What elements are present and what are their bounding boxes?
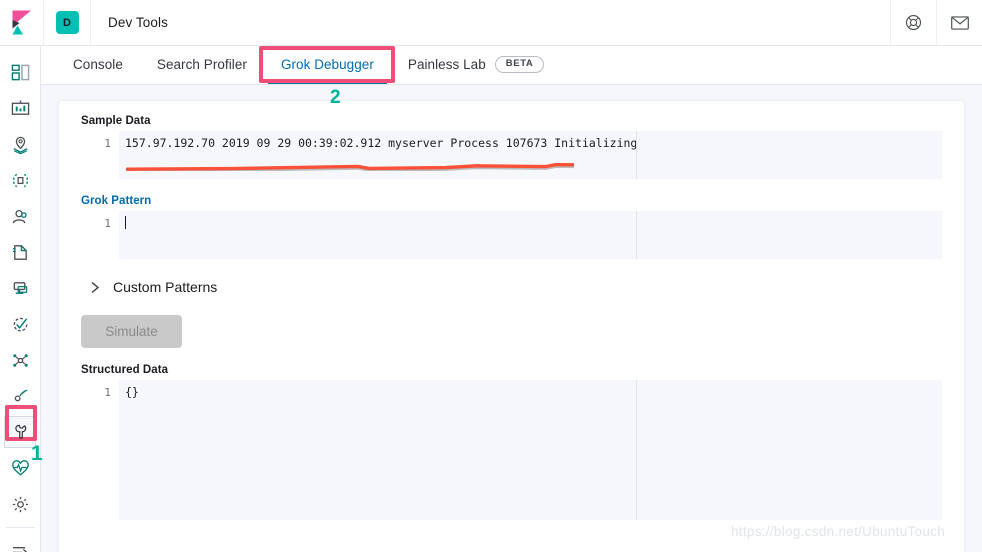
sample-data-gutter: 1 [81, 131, 119, 179]
custom-patterns-accordion[interactable]: Custom Patterns [81, 269, 942, 305]
help-button[interactable] [890, 0, 936, 45]
dev-tools-tabs: Console Search Profiler Grok Debugger Pa… [41, 46, 982, 85]
structured-data-divider [636, 380, 637, 520]
sample-data-editor[interactable]: 1 157.97.192.70 2019 09 29 00:39:02.912 … [81, 131, 942, 179]
sidebar-item-canvas[interactable] [0, 90, 41, 126]
sidebar-item-apm[interactable] [0, 270, 41, 306]
grok-pattern-editor[interactable]: 1 [81, 211, 942, 259]
main-content-area: Sample Data 1 157.97.192.70 2019 09 29 0… [41, 85, 982, 552]
sample-data-divider [636, 131, 637, 179]
tab-grok-debugger[interactable]: Grok Debugger [264, 45, 391, 84]
text-caret [125, 216, 126, 229]
simulate-button[interactable]: Simulate [81, 315, 182, 348]
left-nav-sidebar [0, 46, 41, 552]
uptime-icon [13, 317, 28, 331]
machine-learning-icon [12, 173, 29, 187]
monitoring-heartbeat-icon [12, 459, 29, 476]
graph-icon [14, 389, 28, 401]
grok-pattern-code[interactable] [119, 211, 942, 259]
custom-patterns-label: Custom Patterns [113, 279, 218, 295]
sample-data-code[interactable]: 157.97.192.70 2019 09 29 00:39:02.912 my… [119, 131, 942, 179]
tab-search-profiler-label: Search Profiler [156, 57, 247, 72]
sidebar-collapse-toggle[interactable] [0, 532, 41, 552]
dashboard-icon [11, 64, 30, 80]
tab-search-profiler[interactable]: Search Profiler [140, 45, 264, 84]
logs-icon [12, 244, 27, 260]
management-gear-icon [12, 496, 29, 512]
top-header-bar: D Dev Tools [0, 0, 982, 46]
news-feed-button[interactable] [936, 0, 982, 45]
structured-data-label: Structured Data [81, 364, 169, 376]
sidebar-item-logs[interactable] [0, 234, 41, 270]
app-badge: D [55, 11, 79, 34]
tab-grok-debugger-label: Grok Debugger [280, 57, 374, 72]
app-badge-cell: D [44, 0, 91, 45]
sidebar-item-dev-tools[interactable] [0, 414, 41, 450]
grok-debugger-form: Sample Data 1 157.97.192.70 2019 09 29 0… [59, 101, 964, 520]
mail-envelope-icon [950, 15, 969, 30]
sidebar-item-infrastructure[interactable] [0, 198, 41, 234]
tab-console-label: Console [73, 57, 123, 72]
apm-icon [13, 281, 28, 294]
sidebar-item-management[interactable] [0, 486, 41, 522]
grok-debugger-panel: Sample Data 1 157.97.192.70 2019 09 29 0… [58, 100, 965, 552]
chevron-right-icon [87, 279, 103, 295]
sidebar-item-monitoring[interactable] [0, 450, 41, 486]
tab-console[interactable]: Console [56, 45, 140, 84]
collapse-arrow-icon [13, 546, 28, 552]
kibana-dev-tools-window: D Dev Tools Console Search Profiler Grok… [0, 0, 982, 552]
sidebar-item-maps[interactable] [0, 126, 41, 162]
structured-data-editor[interactable]: 1 {} [81, 380, 942, 520]
dev-tools-wrench-icon [14, 424, 26, 439]
sidebar-item-uptime[interactable] [0, 306, 41, 342]
grok-pattern-divider [636, 211, 637, 259]
help-lifebuoy-icon [905, 14, 922, 31]
infrastructure-icon [12, 209, 27, 223]
sidebar-item-siem[interactable] [0, 342, 41, 378]
sidebar-divider [5, 527, 35, 528]
sample-data-label: Sample Data [81, 115, 151, 127]
sidebar-item-graph[interactable] [0, 378, 41, 414]
beta-badge: BETA [494, 56, 545, 73]
tab-painless-lab[interactable]: Painless Lab BETA [391, 45, 561, 84]
kibana-home-link[interactable] [0, 0, 44, 45]
page-title: Dev Tools [108, 15, 168, 30]
structured-data-gutter: 1 [81, 380, 119, 520]
canvas-icon [11, 99, 30, 115]
kibana-logo [12, 10, 31, 35]
siem-icon [13, 353, 28, 367]
structured-data-code: {} [125, 385, 139, 399]
sidebar-item-dashboard[interactable] [0, 54, 41, 90]
tab-painless-lab-label: Painless Lab [407, 57, 486, 72]
grok-pattern-gutter: 1 [81, 211, 119, 259]
grok-pattern-label: Grok Pattern [81, 195, 152, 207]
maps-icon [13, 136, 28, 154]
sidebar-item-machine-learning[interactable] [0, 162, 41, 198]
